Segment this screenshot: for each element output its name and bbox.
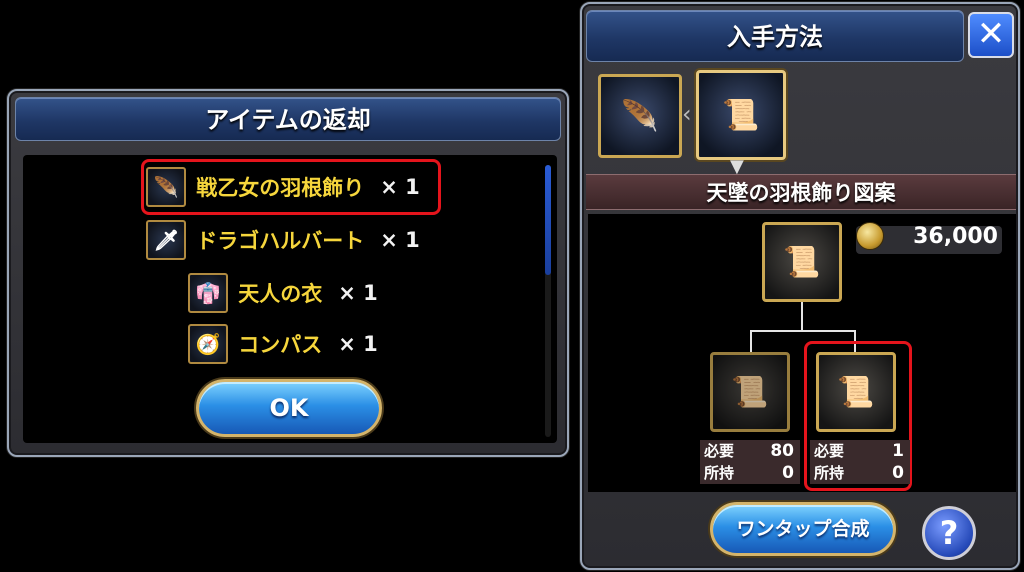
scrollbar[interactable] bbox=[545, 165, 551, 437]
source-item-tab[interactable]: 🪶 bbox=[598, 74, 682, 158]
tree-connector bbox=[750, 330, 856, 332]
item-quantity: × 1 bbox=[338, 281, 378, 305]
owned-label: 所持 bbox=[704, 464, 735, 482]
item-quantity: × 1 bbox=[338, 332, 378, 356]
recipe-name: 天墜の羽根飾り図案 bbox=[586, 174, 1016, 210]
recipe-scroll-icon: 📜 bbox=[731, 374, 769, 410]
result-item[interactable]: 📜 bbox=[762, 222, 842, 302]
item-name: 戦乙女の羽根飾り bbox=[196, 176, 365, 200]
acquisition-dialog: 入手方法 ✕ 🪶 ‹ 📜 ▼ 天墜の羽根飾り図案 36,000 📜 📜 必要 8… bbox=[580, 2, 1020, 570]
tree-connector bbox=[750, 330, 752, 352]
scrollbar-thumb[interactable] bbox=[545, 165, 551, 275]
ok-button[interactable]: OK bbox=[196, 379, 382, 437]
owned-label: 所持 bbox=[814, 464, 845, 482]
recipe-scroll-icon: 📜 bbox=[722, 97, 760, 133]
material-item[interactable]: 📜 bbox=[816, 352, 896, 432]
recipe-scroll-feather-icon: 📜 bbox=[837, 374, 875, 410]
required-value: 80 bbox=[770, 441, 794, 461]
one-tap-synthesis-button[interactable]: ワンタップ合成 bbox=[710, 502, 896, 556]
recipe-scroll-icon: 📜 bbox=[783, 244, 821, 280]
owned-value: 0 bbox=[782, 463, 794, 483]
help-icon[interactable]: ? bbox=[922, 506, 976, 560]
halberd-icon: 🗡 bbox=[146, 220, 187, 260]
dialog-title: 入手方法 bbox=[586, 10, 964, 62]
list-item[interactable]: 🪶 戦乙女の羽根飾り × 1 bbox=[23, 164, 543, 210]
list-item[interactable]: 🧭 コンパス × 1 bbox=[23, 321, 543, 367]
cost-value: 36,000 bbox=[913, 224, 998, 249]
item-name: 天人の衣 bbox=[238, 282, 323, 306]
tree-connector bbox=[801, 302, 803, 330]
compass-icon: 🧭 bbox=[188, 324, 229, 364]
item-name: ドラゴハルバート bbox=[196, 229, 365, 253]
recipe-tab[interactable]: 📜 bbox=[696, 70, 786, 160]
required-label: 必要 bbox=[814, 442, 845, 460]
owned-value: 0 bbox=[892, 463, 904, 483]
robe-icon: 👘 bbox=[188, 273, 229, 313]
close-icon[interactable]: ✕ bbox=[968, 12, 1014, 58]
required-label: 必要 bbox=[704, 442, 735, 460]
material-stats: 必要 1 所持 0 bbox=[810, 440, 910, 484]
required-value: 1 bbox=[892, 441, 904, 461]
list-item[interactable]: 👘 天人の衣 × 1 bbox=[23, 270, 543, 316]
item-quantity: × 1 bbox=[380, 175, 420, 199]
item-name: コンパス bbox=[238, 333, 323, 357]
feather-ornament-icon: 🪶 bbox=[621, 98, 659, 134]
gil-coin-icon bbox=[856, 222, 884, 250]
item-quantity: × 1 bbox=[380, 228, 420, 252]
chevron-left-icon: ‹ bbox=[682, 100, 692, 128]
dialog-title: アイテムの返却 bbox=[15, 97, 561, 141]
material-item[interactable]: 📜 bbox=[710, 352, 790, 432]
item-return-dialog: アイテムの返却 🪶 戦乙女の羽根飾り × 1 🗡 ドラゴハルバート × 1 👘 … bbox=[7, 89, 569, 457]
list-item[interactable]: 🗡 ドラゴハルバート × 1 bbox=[23, 217, 543, 263]
material-stats: 必要 80 所持 0 bbox=[700, 440, 800, 484]
feather-ornament-icon: 🪶 bbox=[146, 167, 187, 207]
